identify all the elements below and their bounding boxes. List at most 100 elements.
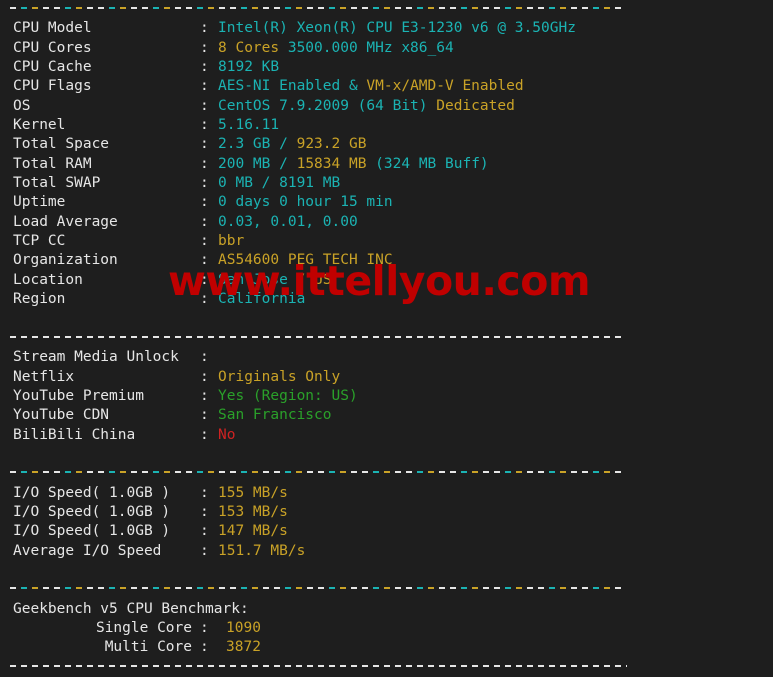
- colon: :: [200, 97, 209, 114]
- value-io-speed-average: 151.7 MB/s: [218, 542, 306, 559]
- row-load-average: Load Average:0.03, 0.01, 0.00: [0, 213, 773, 232]
- value-cpu-cores-freq: [279, 40, 288, 56]
- row-youtube-premium: YouTube Premium: Yes (Region: US): [0, 387, 773, 406]
- value-location-city: San Jose: [218, 271, 288, 288]
- label-total-ram: Total RAM: [13, 155, 92, 172]
- label-organization: Organization: [13, 252, 118, 269]
- value-location-country: US: [314, 271, 332, 288]
- row-io-speed-3: I/O Speed( 1.0GB ):147 MB/s: [0, 522, 773, 541]
- label-io-speed-3: I/O Speed( 1.0GB ): [13, 523, 171, 540]
- row-kernel: Kernel:5.16.11: [0, 116, 773, 135]
- dashed-rule: [10, 7, 624, 9]
- row-cpu-cache: CPU Cache:8192 KB: [0, 58, 773, 77]
- value-cpu-model: Intel(R) Xeon(R) CPU E3-1230 v6 @ 3.50GH…: [218, 20, 576, 37]
- value-youtube-premium: Yes (Region: US): [218, 387, 358, 404]
- value-organization: AS54600 PEG TECH INC: [218, 252, 393, 269]
- dashed-rule: [10, 664, 627, 667]
- row-location: Location: San Jose / US: [0, 271, 773, 290]
- colon: :: [200, 213, 209, 230]
- value-load-average: 0.03, 0.01, 0.00: [218, 213, 358, 230]
- colon: :: [200, 291, 209, 308]
- row-total-swap: Total SWAP:0 MB / 8191 MB: [0, 174, 773, 193]
- value-uptime: 0 days 0 hour 15 min: [218, 194, 393, 211]
- colon: :: [200, 117, 209, 134]
- row-region: Region: California: [0, 290, 773, 309]
- value-kernel: 5.16.11: [218, 117, 280, 134]
- row-io-speed-2: I/O Speed( 1.0GB ):153 MB/s: [0, 503, 773, 522]
- value-cpu-cache: 8192 KB: [218, 59, 280, 76]
- label-youtube-cdn: YouTube CDN: [13, 407, 110, 424]
- colon: :: [200, 175, 209, 192]
- label-location: Location: [13, 271, 83, 288]
- value-total-ram-used: 200 MB: [218, 155, 271, 172]
- colon: :: [200, 349, 209, 366]
- label-cpu-flags: CPU Flags: [13, 78, 92, 95]
- colon: :: [200, 523, 209, 540]
- row-stream-media-header: Stream Media Unlock:: [0, 348, 773, 367]
- colon: :: [200, 194, 209, 211]
- row-total-space: Total Space:2.3 GB / 923.2 GB: [0, 135, 773, 154]
- colon: :: [200, 20, 209, 37]
- colon: :: [200, 252, 209, 269]
- row-cpu-cores: CPU Cores:8 Cores 3500.000 MHz x86_64: [0, 39, 773, 58]
- colon: :: [200, 484, 209, 501]
- label-io-speed-2: I/O Speed( 1.0GB ): [13, 503, 171, 520]
- value-total-space-slash: /: [270, 136, 297, 153]
- value-total-space-used: 2.3 GB: [218, 136, 271, 153]
- value-bilibili-china: No: [218, 426, 236, 443]
- row-cpu-flags: CPU Flags: AES-NI Enabled & VM-x/AMD-V En…: [0, 77, 773, 96]
- value-os-type: Dedicated: [427, 97, 515, 114]
- label-cpu-cache: CPU Cache: [13, 59, 92, 76]
- row-io-speed-1: I/O Speed( 1.0GB ):155 MB/s: [0, 484, 773, 503]
- colon: :: [200, 503, 209, 520]
- value-total-ram-slash: /: [270, 155, 297, 172]
- separator-top: [0, 0, 773, 19]
- value-tcp-cc: bbr: [218, 233, 245, 250]
- value-os-name: CentOS 7.9.2009 (64 Bit): [218, 97, 428, 114]
- label-multi-core: Multi Core: [104, 639, 192, 656]
- colon: :: [200, 426, 209, 443]
- value-netflix: Originals Only: [218, 368, 341, 385]
- label-region: Region: [13, 291, 66, 308]
- value-cpu-flags-vmx: VM-x/AMD-V Enabled: [357, 78, 524, 95]
- separator-io-speed: [0, 464, 773, 483]
- row-io-speed-average: Average I/O Speed:151.7 MB/s: [0, 542, 773, 561]
- separator-bottom: [0, 658, 773, 677]
- value-location-slash: /: [287, 271, 315, 288]
- label-io-speed-average: Average I/O Speed: [13, 542, 162, 559]
- row-youtube-cdn: YouTube CDN: San Francisco: [0, 406, 773, 425]
- label-cpu-model: CPU Model: [13, 20, 92, 37]
- value-region: California: [218, 291, 306, 308]
- row-os: OS: CentOS 7.9.2009 (64 Bit) Dedicated: [0, 97, 773, 116]
- dashed-rule: [10, 471, 624, 474]
- colon: :: [200, 407, 209, 424]
- row-geekbench-multi-core: Multi Core:3872: [0, 638, 773, 657]
- label-youtube-premium: YouTube Premium: [13, 387, 144, 404]
- label-cpu-cores: CPU Cores: [13, 39, 92, 56]
- separator-stream-media: [0, 329, 773, 348]
- row-uptime: Uptime:0 days 0 hour 15 min: [0, 193, 773, 212]
- value-cpu-cores-count: 8 Cores: [218, 39, 280, 56]
- separator-geekbench: [0, 580, 773, 599]
- colon: :: [200, 78, 209, 95]
- value-total-swap: 0 MB / 8191 MB: [218, 175, 341, 192]
- row-organization: Organization: AS54600 PEG TECH INC: [0, 251, 773, 270]
- label-total-swap: Total SWAP: [13, 175, 101, 192]
- label-kernel: Kernel: [13, 117, 66, 134]
- value-total-ram-buff: (324 MB Buff): [366, 155, 489, 172]
- label-os: OS: [13, 97, 31, 114]
- terminal-output: CPU Model: Intel(R) Xeon(R) CPU E3-1230 v…: [0, 0, 773, 667]
- colon: :: [200, 136, 209, 153]
- value-single-core: 1090: [226, 620, 261, 636]
- colon: :: [200, 368, 209, 385]
- colon: :: [200, 620, 209, 636]
- value-io-speed-1: 155 MB/s: [218, 484, 288, 501]
- colon: :: [200, 271, 209, 288]
- colon: :: [200, 39, 209, 56]
- value-io-speed-3: 147 MB/s: [218, 523, 288, 540]
- label-netflix: Netflix: [13, 368, 75, 385]
- row-tcp-cc: TCP CC: bbr: [0, 232, 773, 251]
- label-uptime: Uptime: [13, 194, 66, 211]
